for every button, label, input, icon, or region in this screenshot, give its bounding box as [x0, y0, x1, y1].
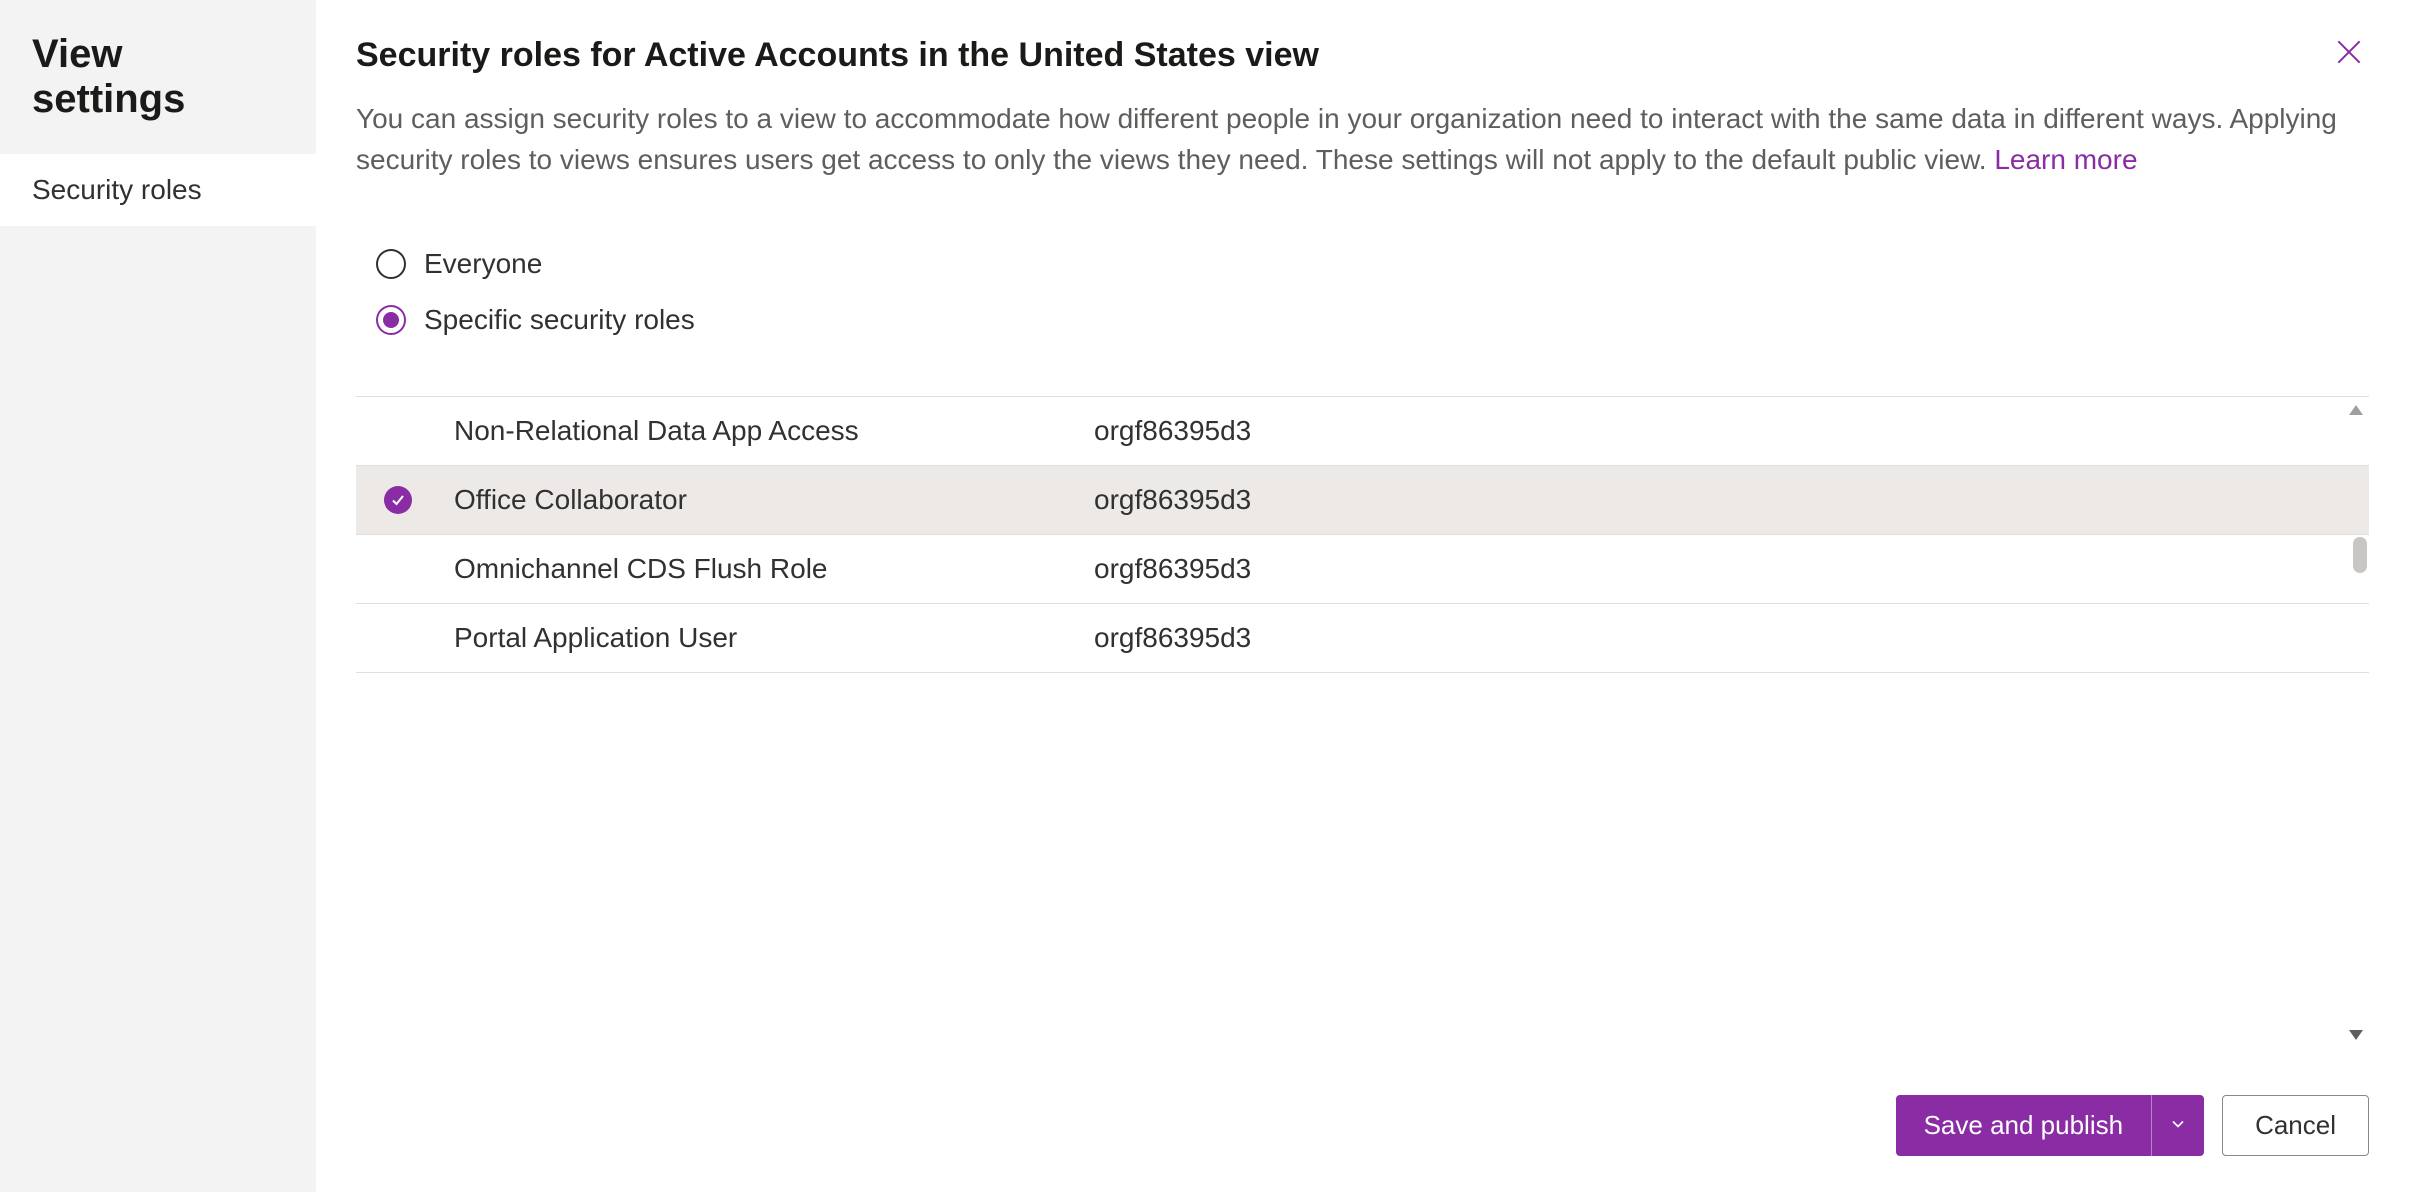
role-org: orgf86395d3 — [1094, 484, 2369, 516]
role-name: Office Collaborator — [454, 484, 1094, 516]
radio-everyone[interactable]: Everyone — [376, 236, 2369, 292]
save-and-publish-menu-button[interactable] — [2152, 1095, 2204, 1156]
footer: Save and publish Cancel — [356, 1053, 2369, 1156]
checkmark-icon — [384, 486, 412, 514]
view-settings-dialog: View settings Security roles Security ro… — [0, 0, 2417, 1192]
save-and-publish-button[interactable]: Save and publish — [1896, 1095, 2151, 1156]
role-org: orgf86395d3 — [1094, 553, 2369, 585]
role-table: Non-Relational Data App Access orgf86395… — [356, 397, 2369, 673]
sidebar-item-security-roles[interactable]: Security roles — [0, 154, 316, 226]
page-title: Security roles for Active Accounts in th… — [356, 36, 1319, 75]
table-row[interactable]: Non-Relational Data App Access orgf86395… — [356, 397, 2369, 466]
close-button[interactable] — [2329, 32, 2369, 75]
role-org: orgf86395d3 — [1094, 622, 2369, 654]
radio-icon — [376, 305, 406, 335]
sidebar-title: View settings — [0, 0, 316, 154]
header-row: Security roles for Active Accounts in th… — [356, 36, 2369, 75]
main-panel: Security roles for Active Accounts in th… — [316, 0, 2417, 1192]
row-check — [384, 486, 454, 514]
save-and-publish-split-button: Save and publish — [1896, 1095, 2204, 1156]
radio-label: Everyone — [424, 248, 542, 280]
learn-more-link[interactable]: Learn more — [1994, 144, 2137, 175]
sidebar: View settings Security roles — [0, 0, 316, 1192]
role-name: Non-Relational Data App Access — [454, 415, 1094, 447]
radio-specific-security-roles[interactable]: Specific security roles — [376, 292, 2369, 348]
role-name: Omnichannel CDS Flush Role — [454, 553, 1094, 585]
scrollbar-thumb[interactable] — [2353, 537, 2367, 573]
table-row[interactable]: Portal Application User orgf86395d3 — [356, 604, 2369, 673]
scroll-up-icon[interactable] — [2347, 403, 2365, 422]
radio-label: Specific security roles — [424, 304, 695, 336]
role-name: Portal Application User — [454, 622, 1094, 654]
scope-radio-group: Everyone Specific security roles — [356, 236, 2369, 348]
cancel-button[interactable]: Cancel — [2222, 1095, 2369, 1156]
table-row[interactable]: Omnichannel CDS Flush Role orgf86395d3 — [356, 535, 2369, 604]
scroll-down-icon[interactable] — [2347, 1028, 2365, 1047]
table-row[interactable]: Office Collaborator orgf86395d3 — [356, 466, 2369, 535]
close-icon — [2333, 56, 2365, 71]
role-org: orgf86395d3 — [1094, 415, 2369, 447]
chevron-down-icon — [2168, 1114, 2188, 1137]
role-table-container: Non-Relational Data App Access orgf86395… — [356, 396, 2369, 1053]
description: You can assign security roles to a view … — [356, 99, 2369, 180]
radio-icon — [376, 249, 406, 279]
